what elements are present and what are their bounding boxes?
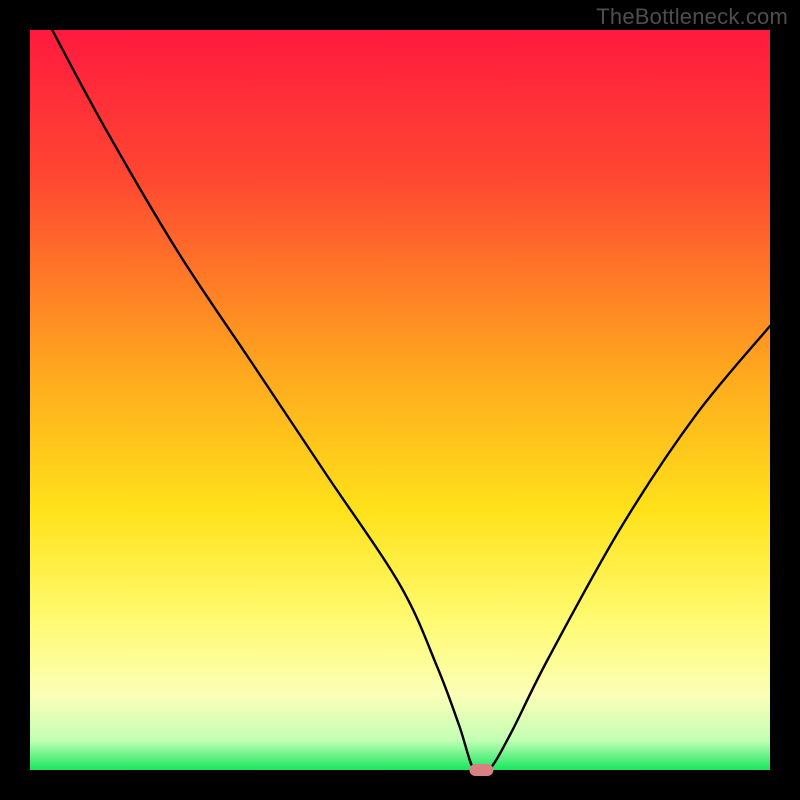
bottleneck-chart bbox=[0, 0, 800, 800]
chart-frame: TheBottleneck.com bbox=[0, 0, 800, 800]
plot-background bbox=[30, 30, 770, 770]
watermark-text: TheBottleneck.com bbox=[596, 4, 788, 30]
optimal-marker bbox=[469, 764, 493, 776]
